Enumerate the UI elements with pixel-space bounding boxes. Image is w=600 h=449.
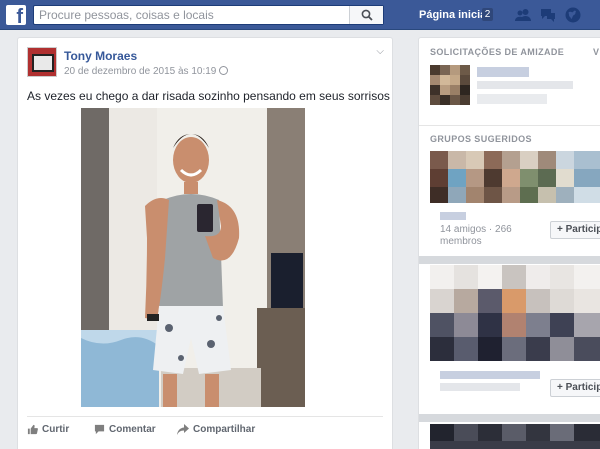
- post-text: As vezes eu chego a dar risada sozinho p…: [27, 89, 390, 103]
- home-count-badge: 2: [482, 8, 493, 21]
- sidebar-divider: [419, 125, 600, 126]
- comment-button[interactable]: Comentar: [94, 424, 156, 435]
- share-button[interactable]: Compartilhar: [177, 424, 255, 435]
- friend-request-name[interactable]: [477, 67, 529, 77]
- search-input[interactable]: [34, 6, 350, 24]
- post-timestamp[interactable]: 20 de dezembro de 2015 às 10:19: [64, 66, 216, 77]
- photo-illustration: [81, 108, 305, 407]
- chevron-down-icon[interactable]: ⌵: [376, 46, 384, 57]
- messages-icon[interactable]: [539, 6, 557, 24]
- pixelated-avatar-image: [430, 65, 470, 105]
- comment-icon: [94, 424, 105, 435]
- group-name-2[interactable]: [440, 371, 540, 379]
- search-box: [33, 5, 384, 25]
- group-name[interactable]: [440, 212, 466, 220]
- notifications-globe-icon[interactable]: [564, 6, 582, 24]
- join-group-button[interactable]: + Particip: [550, 221, 600, 239]
- see-all-link[interactable]: V: [593, 47, 599, 57]
- pixelated-group-image-3: [430, 424, 600, 449]
- sidebar-section-gap-2: [419, 414, 600, 422]
- post-metadata: 20 de dezembro de 2015 às 10:19: [64, 66, 229, 77]
- friend-requests-icon[interactable]: [514, 6, 532, 24]
- friend-request-actions[interactable]: [477, 94, 547, 104]
- post-photo[interactable]: [81, 108, 305, 407]
- author-avatar[interactable]: [27, 47, 57, 77]
- group-stats: 14 amigos · 266 membros: [440, 224, 512, 247]
- group-cover-image-3[interactable]: [430, 424, 600, 449]
- right-sidebar: SOLICITAÇÕES DE AMIZADE V GRUPOS SUGERID…: [418, 37, 600, 449]
- friend-request-avatar[interactable]: [430, 65, 470, 105]
- join-group-button-2[interactable]: + Particip: [550, 379, 600, 397]
- pixelated-group-image-2: [430, 265, 600, 361]
- friend-requests-header: SOLICITAÇÕES DE AMIZADE: [430, 47, 565, 57]
- group-cover-image-2[interactable]: [430, 265, 600, 361]
- post-author-name[interactable]: Tony Moraes: [64, 49, 137, 63]
- search-button[interactable]: [349, 6, 383, 24]
- like-button[interactable]: Curtir: [27, 424, 69, 435]
- pixelated-group-image: [430, 151, 600, 203]
- feed-post: Tony Moraes 20 de dezembro de 2015 às 10…: [17, 37, 393, 449]
- group-stats-2: [440, 383, 520, 391]
- sidebar-section-gap: [419, 256, 600, 264]
- friend-request-detail: [477, 81, 573, 89]
- search-icon: [361, 9, 373, 21]
- top-navigation-bar: f Página inicial 2: [0, 0, 600, 30]
- facebook-logo[interactable]: f: [6, 5, 26, 25]
- suggested-groups-header: GRUPOS SUGERIDOS: [430, 134, 532, 144]
- home-link[interactable]: Página inicial: [419, 9, 489, 21]
- share-arrow-icon: [177, 424, 189, 435]
- globe-icon[interactable]: [219, 66, 229, 75]
- thumbs-up-icon: [27, 424, 38, 435]
- post-actions-bar: Curtir Comentar Compartilhar: [27, 416, 383, 442]
- group-cover-image[interactable]: [430, 151, 600, 203]
